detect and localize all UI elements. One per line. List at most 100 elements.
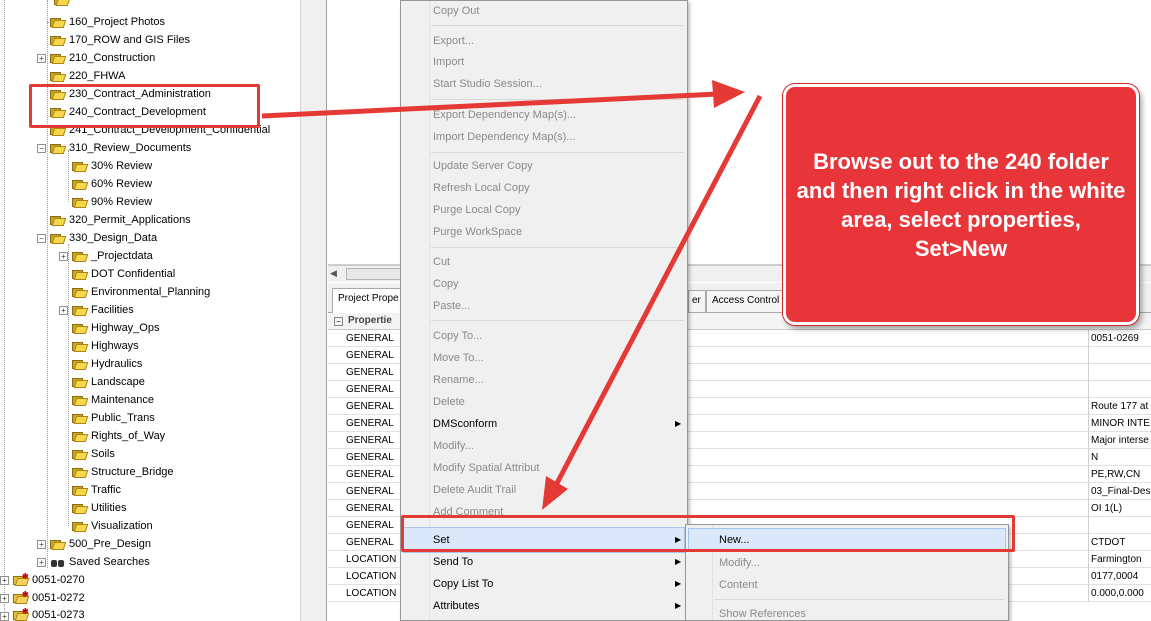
tree-item-label: 330_Design_Data <box>69 232 158 244</box>
property-value: 0.000,0.000 <box>1088 585 1151 602</box>
expand-icon[interactable]: + <box>59 252 68 261</box>
tree-item[interactable]: Landscape <box>72 373 145 391</box>
menu-item-move-to[interactable]: Move To... <box>433 348 484 368</box>
menu-item-modify-spatial-attributes[interactable]: Modify Spatial Attribut <box>433 458 539 478</box>
tree-guide-line <box>4 0 5 621</box>
menu-item-refresh-local-copy[interactable]: Refresh Local Copy <box>433 178 530 198</box>
tree-item[interactable]: Visualization <box>72 517 153 535</box>
project-folder-icon: ✱ <box>13 590 30 604</box>
annotation-highlight-box <box>401 515 1015 552</box>
submenu-item-show-references[interactable]: Show References <box>719 604 806 621</box>
tree-item[interactable]: Hydraulics <box>72 355 142 373</box>
property-name: LOCATION <box>346 568 406 585</box>
tree-item[interactable]: Utilities <box>72 499 126 517</box>
tree-item-partial[interactable] <box>54 0 73 9</box>
tree-item[interactable]: DOT Confidential <box>72 265 175 283</box>
folder-icon <box>50 53 67 64</box>
project-folder-icon: ✱ <box>13 607 30 621</box>
expand-icon[interactable]: + <box>0 612 9 621</box>
tree-item[interactable]: 160_Project Photos <box>47 13 165 31</box>
expand-icon[interactable]: + <box>37 54 46 63</box>
menu-item-import-dependency-map[interactable]: Import Dependency Map(s)... <box>433 127 575 147</box>
tree-item[interactable]: Facilities <box>72 301 134 319</box>
menu-item-send-to[interactable]: Send To <box>433 552 473 572</box>
tree-item-label: Soils <box>91 448 115 460</box>
scroll-thumb[interactable] <box>346 268 406 280</box>
menu-item-delete[interactable]: Delete <box>433 392 465 412</box>
menu-item-modify[interactable]: Modify... <box>433 436 474 456</box>
tree-item[interactable]: Rights_of_Way <box>72 427 165 445</box>
tree-item[interactable]: 320_Permit_Applications <box>50 211 191 229</box>
expand-icon[interactable]: + <box>37 558 46 567</box>
folder-icon <box>72 359 89 370</box>
tree-item[interactable]: 310_Review_Documents <box>50 139 191 157</box>
menu-item-import[interactable]: Import <box>433 52 464 72</box>
menu-item-rename[interactable]: Rename... <box>433 370 484 390</box>
tree-item[interactable]: 90% Review <box>72 193 152 211</box>
tree-item-label: Rights_of_Way <box>91 430 166 442</box>
tree-item[interactable]: Saved Searches <box>50 553 150 571</box>
menu-item-purge-workspace[interactable]: Purge WorkSpace <box>433 222 522 242</box>
tree-item[interactable]: Public_Trans <box>72 409 155 427</box>
expand-icon[interactable]: + <box>59 306 68 315</box>
tree-item-label: 320_Permit_Applications <box>69 214 191 226</box>
menu-item-paste[interactable]: Paste... <box>433 296 470 316</box>
menu-item-cut[interactable]: Cut <box>433 252 450 272</box>
tree-item[interactable]: ✱ 0051-0272 <box>13 589 85 607</box>
folder-icon <box>50 143 67 154</box>
tab-access-control[interactable]: Access Control <box>706 290 788 312</box>
tab-partial[interactable]: er <box>688 290 706 312</box>
submenu-item-content[interactable]: Content <box>719 575 758 595</box>
tree-item[interactable]: 330_Design_Data <box>50 229 157 247</box>
tree-item[interactable]: ✱ 0051-0270 <box>13 571 85 589</box>
menu-item-export-dependency-map[interactable]: Export Dependency Map(s)... <box>433 105 576 125</box>
tree-item[interactable]: Soils <box>72 445 115 463</box>
pane-splitter[interactable] <box>300 0 327 621</box>
tree-item[interactable]: Highway_Ops <box>72 319 159 337</box>
menu-item-copy-list-to[interactable]: Copy List To <box>433 574 493 594</box>
tree-item[interactable]: _Projectdata <box>72 247 153 265</box>
tree-item[interactable]: 60% Review <box>72 175 152 193</box>
collapse-icon[interactable]: − <box>37 144 46 153</box>
tree-item[interactable]: Structure_Bridge <box>72 463 174 481</box>
expand-icon[interactable]: + <box>0 594 9 603</box>
menu-item-start-studio-session[interactable]: Start Studio Session... <box>433 74 542 94</box>
tree-item[interactable]: 210_Construction <box>50 49 155 67</box>
tree-item-label: 500_Pre_Design <box>69 538 151 550</box>
menu-item-attributes[interactable]: Attributes <box>433 596 479 616</box>
tree-item[interactable]: Maintenance <box>72 391 154 409</box>
tree-item-label: Highway_Ops <box>91 322 160 334</box>
tab-project-properties[interactable]: Project Prope <box>332 288 402 313</box>
collapse-icon[interactable]: − <box>37 234 46 243</box>
menu-item-dmsconform[interactable]: DMSconform <box>433 414 497 434</box>
scroll-left-icon[interactable]: ◀ <box>330 268 343 280</box>
folder-icon <box>72 395 89 406</box>
expand-icon[interactable]: + <box>0 576 9 585</box>
tree-item[interactable]: 30% Review <box>72 157 152 175</box>
tree-item[interactable]: ✱ 0051-0273 <box>13 606 85 621</box>
folder-icon <box>72 467 89 478</box>
menu-item-export[interactable]: Export... <box>433 31 474 51</box>
tree-item[interactable]: 170_ROW and GIS Files <box>50 31 190 49</box>
tree-item[interactable]: Environmental_Planning <box>72 283 210 301</box>
expand-icon[interactable]: + <box>37 540 46 549</box>
property-value <box>1088 347 1151 364</box>
menu-item-delete-audit-trail[interactable]: Delete Audit Trail <box>433 480 516 500</box>
property-name: GENERAL <box>346 381 406 398</box>
menu-item-update-server-copy[interactable]: Update Server Copy <box>433 156 533 176</box>
property-name: GENERAL <box>346 398 406 415</box>
collapse-icon[interactable]: − <box>334 317 343 326</box>
submenu-arrow-icon: ▶ <box>675 579 682 588</box>
menu-item-copy-out[interactable]: Copy Out <box>433 1 479 21</box>
submenu-item-modify[interactable]: Modify... <box>719 553 760 573</box>
tree-item[interactable]: 500_Pre_Design <box>50 535 151 553</box>
project-folder-icon: ✱ <box>13 572 30 586</box>
tree-item-label: Visualization <box>91 520 153 532</box>
tree-item[interactable]: 220_FHWA <box>50 67 125 85</box>
menu-item-purge-local-copy[interactable]: Purge Local Copy <box>433 200 520 220</box>
tree-item[interactable]: Traffic <box>72 481 121 499</box>
property-name: LOCATION <box>346 585 406 602</box>
tree-item[interactable]: Highways <box>72 337 139 355</box>
menu-item-copy[interactable]: Copy <box>433 274 459 294</box>
menu-item-copy-to[interactable]: Copy To... <box>433 326 482 346</box>
